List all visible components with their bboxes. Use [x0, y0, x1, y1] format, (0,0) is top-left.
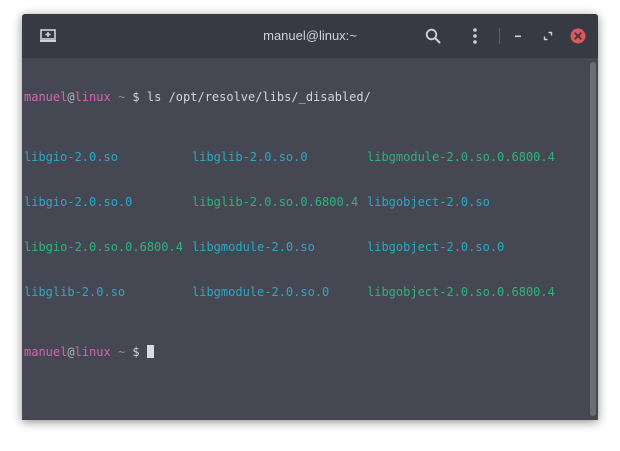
terminal-window: manuel@linux:~ manuel@linux ~ $ ls /opt/… [22, 14, 598, 420]
file-entry: libglib-2.0.so.0 [192, 150, 308, 164]
close-button[interactable] [564, 22, 592, 50]
command-text: ls /opt/resolve/libs/_disabled/ [146, 90, 371, 104]
prompt-user: manuel [24, 345, 68, 359]
minimize-button[interactable] [504, 22, 532, 50]
new-tab-icon [40, 29, 56, 42]
prompt-symbol: $ [132, 345, 140, 359]
search-button[interactable] [419, 22, 447, 50]
file-entry: libgmodule-2.0.so [192, 240, 315, 254]
file-entry: libgmodule-2.0.so.0.6800.4 [367, 150, 555, 164]
title-bar[interactable]: manuel@linux:~ [22, 14, 598, 58]
maximize-icon [543, 31, 553, 41]
listing-row: libglib-2.0.so libgmodule-2.0.so.0 libgobj… [24, 285, 588, 300]
file-entry: libgobject-2.0.so.0.6800.4 [367, 285, 555, 299]
file-entry: libgio-2.0.so.0 [24, 195, 133, 209]
file-entry: libgobject-2.0.so.0 [367, 240, 505, 254]
active-prompt-line[interactable]: manuel@linux ~ $ [24, 345, 588, 360]
command-line: manuel@linux ~ $ ls /opt/resolve/libs/_d… [24, 90, 588, 105]
listing-row: libgio-2.0.so.0 libglib-2.0.so.0.6800.4 li… [24, 195, 588, 210]
file-entry: libgio-2.0.so [24, 150, 118, 164]
prompt-at: @ [67, 90, 75, 104]
file-entry: libgmodule-2.0.so.0 [192, 285, 330, 299]
prompt-path: ~ [117, 345, 126, 359]
listing-row: libgio-2.0.so libglib-2.0.so.0 libgmodule-… [24, 150, 588, 165]
titlebar-divider [499, 28, 500, 44]
kebab-menu-icon [473, 28, 477, 44]
close-icon [570, 28, 586, 44]
menu-button[interactable] [461, 22, 489, 50]
prompt-host: linux [74, 345, 111, 359]
listing-row: libgio-2.0.so.0.6800.4 libgmodule-2.0.so l… [24, 240, 588, 255]
prompt-host: linux [74, 90, 111, 104]
text-cursor [146, 345, 154, 358]
prompt-path: ~ [117, 90, 126, 104]
file-entry: libglib-2.0.so [24, 285, 126, 299]
minimize-icon [515, 35, 521, 38]
scrollbar-thumb[interactable] [590, 62, 596, 416]
scrollbar[interactable] [588, 58, 598, 420]
search-icon [425, 28, 441, 44]
file-entry: libglib-2.0.so.0.6800.4 [192, 195, 359, 209]
prompt-at: @ [67, 345, 75, 359]
file-entry: libgio-2.0.so.0.6800.4 [24, 240, 183, 254]
file-entry: libgobject-2.0.so [367, 195, 490, 209]
prompt-symbol: $ [132, 90, 140, 104]
terminal-output[interactable]: manuel@linux ~ $ ls /opt/resolve/libs/_d… [22, 58, 588, 420]
maximize-button[interactable] [534, 22, 562, 50]
new-tab-button[interactable] [34, 22, 62, 50]
prompt-user: manuel [24, 90, 68, 104]
